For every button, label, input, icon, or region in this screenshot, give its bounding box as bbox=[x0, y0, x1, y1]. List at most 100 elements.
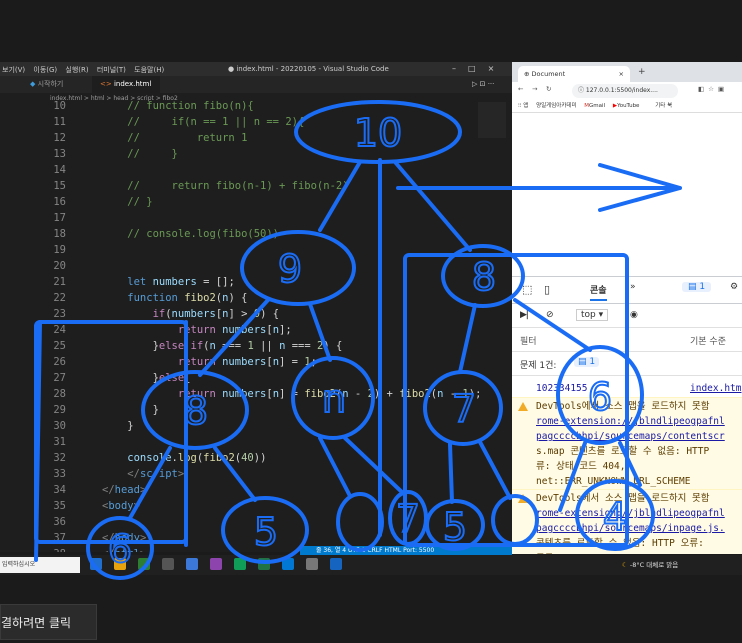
menu-run[interactable]: 실행(R) bbox=[65, 66, 88, 74]
filter-row: 필터 기본 수준 bbox=[512, 329, 742, 352]
window-title: ● index.html - 20220105 - Visual Studio … bbox=[228, 65, 389, 73]
code-line[interactable]: 10 // function fibo(n){ bbox=[0, 98, 512, 114]
code-line[interactable]: 28 return numbers[n] = fibo2(n - 2) + fi… bbox=[0, 386, 512, 402]
forward-icon[interactable]: → bbox=[532, 85, 537, 93]
line-number: 23 bbox=[53, 308, 66, 320]
code-line[interactable]: 26 return numbers[n] = 1; bbox=[0, 354, 512, 370]
code-line[interactable]: 36 bbox=[0, 514, 512, 530]
taskbar-app-icon[interactable] bbox=[210, 558, 222, 570]
code-token: fibo2 bbox=[399, 388, 431, 400]
tab-welcome[interactable]: ◆ 시작하기 bbox=[22, 76, 71, 93]
menu-view[interactable]: 보기(V) bbox=[2, 66, 25, 74]
code-line[interactable]: 32 console.log(fibo2(40)) bbox=[0, 450, 512, 466]
tab-close-icon[interactable]: × bbox=[619, 66, 624, 82]
inspect-icon[interactable]: ⬚ bbox=[522, 283, 532, 296]
code-line[interactable]: 11 // if(n == 1 || n == 2){ bbox=[0, 114, 512, 130]
issues-button[interactable]: ▤ 1 bbox=[682, 282, 712, 292]
tab-index-html[interactable]: <> index.html ● bbox=[92, 76, 160, 105]
code-line[interactable]: 23 if(numbers[n] > 0) { bbox=[0, 306, 512, 322]
taskbar-app-icon[interactable] bbox=[282, 558, 294, 570]
taskbar-search-box[interactable]: 입력하십시오 bbox=[0, 557, 80, 573]
taskbar-app-icon[interactable] bbox=[90, 558, 102, 570]
code-line[interactable]: 30 } bbox=[0, 418, 512, 434]
code-token: head bbox=[114, 484, 140, 496]
run-icon[interactable]: ▷ ⊡ ··· bbox=[472, 80, 494, 88]
log-level-select[interactable]: 기본 수준 bbox=[690, 334, 726, 347]
bookmark-academy[interactable]: 양일게임아카데미 bbox=[536, 103, 576, 109]
warning-line[interactable]: pagccccbhpi/sourcemaps/contentscr bbox=[536, 429, 725, 444]
more-tabs-icon[interactable]: » bbox=[630, 282, 636, 292]
bookmark-apps[interactable]: 앱 bbox=[523, 103, 528, 109]
code-line[interactable]: 37 </body> bbox=[0, 530, 512, 546]
code-line[interactable]: 17 bbox=[0, 210, 512, 226]
code-token: // return 1 bbox=[102, 132, 248, 144]
code-line[interactable]: 13 // } bbox=[0, 146, 512, 162]
code-token: } bbox=[102, 372, 159, 384]
taskbar-app-icon[interactable] bbox=[234, 558, 246, 570]
menu-terminal[interactable]: 터미널(T) bbox=[97, 66, 126, 74]
taskbar-app-icon[interactable] bbox=[138, 558, 150, 570]
code-token: ) { bbox=[323, 340, 343, 352]
log-source-link[interactable]: index.htm bbox=[690, 381, 741, 396]
clear-console-icon[interactable]: ⊘ bbox=[546, 310, 554, 320]
taskbar-app-icon[interactable] bbox=[114, 558, 126, 570]
code-line[interactable]: 18 // console.log(fibo(50)) bbox=[0, 226, 512, 242]
sidebar-icon[interactable]: ▶▏ bbox=[520, 310, 534, 320]
new-tab-button[interactable]: + bbox=[638, 67, 646, 77]
code-token: 40 bbox=[241, 452, 254, 464]
code-line[interactable]: 33 </script> bbox=[0, 466, 512, 482]
maximize-icon[interactable]: □ bbox=[468, 64, 488, 73]
code-line[interactable]: 22 function fibo2(n) { bbox=[0, 290, 512, 306]
address-bar[interactable]: ⓘ 127.0.0.1:5500/index.... bbox=[572, 84, 678, 98]
bookmark-other[interactable]: 기타 북 bbox=[655, 103, 672, 109]
code-line[interactable]: 27 }else{ bbox=[0, 370, 512, 386]
warning-line[interactable]: rome-extension://jblndlipeogpafnl bbox=[536, 414, 725, 429]
code-token: = []; bbox=[196, 276, 235, 288]
extension-icons[interactable]: ◧☆▣ bbox=[698, 85, 728, 93]
taskbar-app-icon[interactable] bbox=[258, 558, 270, 570]
bookmark-youtube[interactable]: YouTube bbox=[617, 103, 639, 109]
code-line[interactable]: 25 }else if(n === 1 || n === 2) { bbox=[0, 338, 512, 354]
tab-console[interactable]: 콘솔 bbox=[590, 283, 607, 301]
close-icon[interactable]: × bbox=[488, 64, 507, 73]
code-line[interactable]: 21 let numbers = []; bbox=[0, 274, 512, 290]
back-icon[interactable]: ← bbox=[518, 85, 523, 93]
code-editor[interactable]: 10 // function fibo(n){11 // if(n == 1 |… bbox=[0, 100, 512, 552]
taskbar-app-icon[interactable] bbox=[186, 558, 198, 570]
bookmark-gmail[interactable]: Gmail bbox=[589, 103, 605, 109]
warning-line[interactable]: pagccccbhpi/sourcemaps/inpage.js. bbox=[536, 521, 725, 536]
settings-icon[interactable]: ⚙ bbox=[730, 282, 738, 292]
code-line[interactable]: 31 bbox=[0, 434, 512, 450]
tray-weather[interactable]: ☾ -8°C 대체로 맑음 bbox=[622, 559, 678, 569]
taskbar-app-icon[interactable] bbox=[330, 558, 342, 570]
browser-tab[interactable]: ⊕ Document × bbox=[518, 66, 630, 82]
code-line[interactable]: 14 bbox=[0, 162, 512, 178]
status-text[interactable]: 줄 36, 열 4 UTF-8 CRLF HTML Port: 5500 bbox=[300, 547, 434, 554]
eye-icon[interactable]: ◉ bbox=[630, 310, 638, 320]
minimize-icon[interactable]: – bbox=[452, 64, 468, 73]
menu-go[interactable]: 이동(G) bbox=[33, 66, 57, 74]
menu-help[interactable]: 도움말(H) bbox=[134, 66, 164, 74]
code-line[interactable]: 24 return numbers[n]; bbox=[0, 322, 512, 338]
code-line[interactable]: 20 bbox=[0, 258, 512, 274]
apps-icon[interactable]: ⁝⁝ bbox=[512, 103, 523, 109]
console-log: 102334155 index.htm DevTools에서 소스 맵을 로드하… bbox=[512, 377, 742, 554]
filter-input[interactable]: 필터 bbox=[520, 334, 537, 347]
device-toolbar-icon[interactable]: ▯ bbox=[544, 283, 550, 296]
code-line[interactable]: 12 // return 1 bbox=[0, 130, 512, 146]
code-line[interactable]: 35 <body> bbox=[0, 498, 512, 514]
context-selector[interactable]: top ▾ bbox=[576, 309, 609, 321]
code-line[interactable]: 29 } bbox=[0, 402, 512, 418]
warning-line[interactable]: rome-extension://jblndlipeogpafnl bbox=[536, 506, 725, 521]
code-line[interactable]: 15 // return fibo(n-1) + fibo(n-2) bbox=[0, 178, 512, 194]
reload-icon[interactable]: ↻ bbox=[546, 85, 551, 93]
code-line[interactable]: 19 bbox=[0, 242, 512, 258]
code-line[interactable]: 34 </head> bbox=[0, 482, 512, 498]
code-line[interactable]: 16 // } bbox=[0, 194, 512, 210]
minimap[interactable] bbox=[478, 102, 506, 138]
taskbar-app-icon[interactable] bbox=[306, 558, 318, 570]
taskbar-app-icon[interactable] bbox=[162, 558, 174, 570]
issues-badge[interactable]: ▤ 1 bbox=[574, 357, 600, 367]
code-token: // function fibo(n){ bbox=[102, 100, 254, 112]
code-token: let bbox=[102, 276, 153, 288]
